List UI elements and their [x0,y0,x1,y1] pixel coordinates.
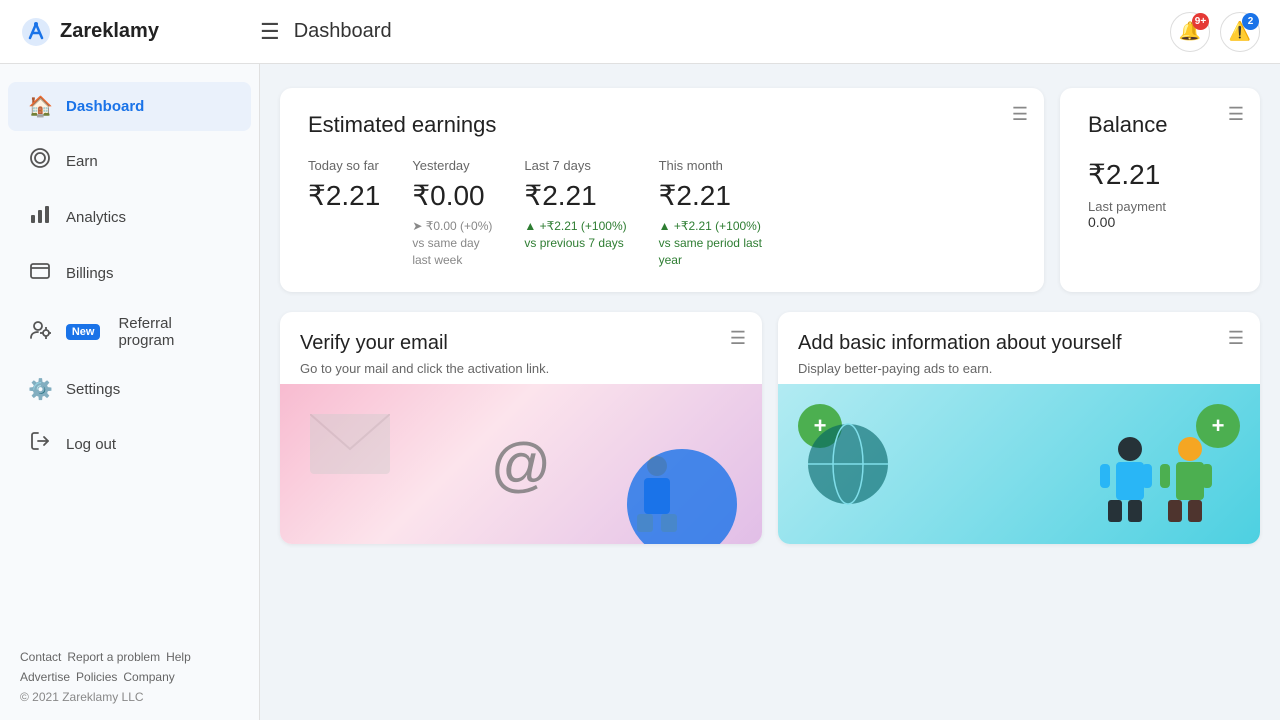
logo-text: Zareklamy [60,20,159,43]
main-content: ☰ Estimated earnings Today so far ₹2.21 … [260,64,1280,720]
sidebar-label-dashboard: Dashboard [66,98,144,115]
earnings-card-menu[interactable]: ☰ [1012,104,1028,125]
verify-email-illustration: @ [280,384,762,544]
notifications-button[interactable]: 🔔 9+ [1170,12,1210,52]
copyright-text: © 2021 Zareklamy LLC [20,690,239,704]
sidebar-footer-links: Contact Report a problem Help Advertise … [20,650,239,684]
month-change: ▲ +₹2.21 (+100%)vs same period lastyear [659,218,762,268]
yesterday-value: ₹0.00 [412,179,492,212]
footer-link-company[interactable]: Company [123,670,174,684]
balance-last-payment-label: Last payment [1088,199,1232,214]
verify-email-title: Verify your email [300,332,742,355]
sidebar-item-referral[interactable]: New Referral program [8,303,251,361]
action-cards-row: ☰ Verify your email Go to your mail and … [280,312,1260,544]
alerts-button[interactable]: ⚠️ 2 [1220,12,1260,52]
earnings-today: Today so far ₹2.21 [308,158,380,268]
add-info-menu[interactable]: ☰ [1228,328,1244,349]
sidebar-label-billings: Billings [66,265,114,282]
persons-illustration [1090,434,1230,534]
balance-card-menu[interactable]: ☰ [1228,104,1244,125]
alert-badge: 2 [1242,13,1259,30]
earnings-yesterday: Yesterday ₹0.00 ➤ ₹0.00 (+0%)vs same day… [412,158,492,268]
today-label: Today so far [308,158,380,173]
logo-icon [20,16,52,48]
sidebar-label-settings: Settings [66,381,120,398]
footer-link-policies[interactable]: Policies [76,670,117,684]
sidebar-label-logout: Log out [66,436,116,453]
balance-last-payment-value: 0.00 [1088,214,1232,230]
estimated-earnings-card: ☰ Estimated earnings Today so far ₹2.21 … [280,88,1044,292]
at-symbol: @ [491,430,552,499]
topbar-icons: 🔔 9+ ⚠️ 2 [1170,12,1260,52]
sidebar: 🏠 Dashboard Earn Analytics Billings [0,64,260,720]
earnings-7days: Last 7 days ₹2.21 ▲ +₹2.21 (+100%)vs pre… [524,158,626,268]
7days-label: Last 7 days [524,158,626,173]
sidebar-item-earn[interactable]: Earn [8,135,251,187]
new-badge: New [66,324,101,340]
month-value: ₹2.21 [659,179,762,212]
add-info-illustration: + + [778,384,1260,544]
sidebar-label-earn: Earn [66,153,98,170]
verify-email-header: ☰ Verify your email Go to your mail and … [280,312,762,384]
sidebar-footer: Contact Report a problem Help Advertise … [0,634,259,720]
home-icon: 🏠 [28,94,52,119]
page-title: Dashboard [294,20,1170,43]
footer-link-help[interactable]: Help [166,650,191,664]
sidebar-label-analytics: Analytics [66,209,126,226]
sidebar-item-dashboard[interactable]: 🏠 Dashboard [8,82,251,131]
notification-badge: 9+ [1192,13,1209,30]
7days-change: ▲ +₹2.21 (+100%)vs previous 7 days [524,218,626,252]
logout-icon [28,430,52,458]
yesterday-change: ➤ ₹0.00 (+0%)vs same daylast week [412,218,492,268]
sidebar-item-logout[interactable]: Log out [8,418,251,470]
referral-icon [28,318,52,346]
add-info-card: ☰ Add basic information about yourself D… [778,312,1260,544]
top-cards-row: ☰ Estimated earnings Today so far ₹2.21 … [280,88,1260,292]
month-label: This month [659,158,762,173]
add-info-title: Add basic information about yourself [798,332,1240,355]
earn-icon [28,147,52,175]
billings-icon [28,259,52,287]
circle-decoration-email [622,424,742,544]
add-info-desc: Display better-paying ads to earn. [798,361,1240,376]
verify-email-menu[interactable]: ☰ [730,328,746,349]
7days-value: ₹2.21 [524,179,626,212]
sidebar-item-billings[interactable]: Billings [8,247,251,299]
balance-amount: ₹2.21 [1088,158,1232,191]
earnings-grid: Today so far ₹2.21 Yesterday ₹0.00 ➤ ₹0.… [308,158,1016,268]
verify-email-card: ☰ Verify your email Go to your mail and … [280,312,762,544]
balance-card-title: Balance [1088,112,1232,138]
yesterday-label: Yesterday [412,158,492,173]
earnings-card-title: Estimated earnings [308,112,1016,138]
sidebar-label-referral: Referral program [118,315,231,349]
footer-link-report[interactable]: Report a problem [67,650,160,664]
envelope-icon [310,414,390,474]
topbar: Zareklamy ☰ Dashboard 🔔 9+ ⚠️ 2 [0,0,1280,64]
balance-card: ☰ Balance ₹2.21 Last payment 0.00 [1060,88,1260,292]
layout: 🏠 Dashboard Earn Analytics Billings [0,64,1280,720]
hamburger-icon[interactable]: ☰ [260,19,280,45]
earnings-month: This month ₹2.21 ▲ +₹2.21 (+100%)vs same… [659,158,762,268]
logo-area: Zareklamy [20,16,260,48]
sidebar-item-settings[interactable]: ⚙️ Settings [8,365,251,414]
settings-icon: ⚙️ [28,377,52,402]
add-info-header: ☰ Add basic information about yourself D… [778,312,1260,384]
footer-link-advertise[interactable]: Advertise [20,670,70,684]
verify-email-desc: Go to your mail and click the activation… [300,361,742,376]
today-value: ₹2.21 [308,179,380,212]
globe-decoration [798,414,898,514]
analytics-icon [28,203,52,231]
footer-link-contact[interactable]: Contact [20,650,61,664]
sidebar-item-analytics[interactable]: Analytics [8,191,251,243]
